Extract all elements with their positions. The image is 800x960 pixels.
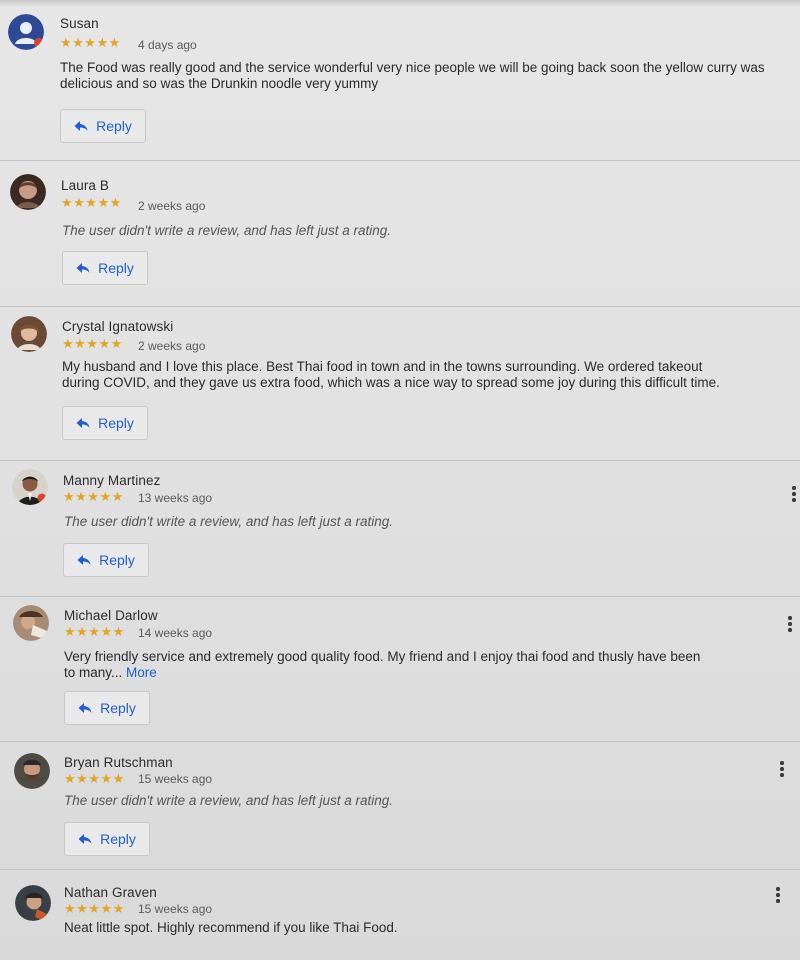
- reviewer-name[interactable]: Bryan Rutschman: [64, 755, 173, 770]
- reply-label: Reply: [99, 552, 135, 568]
- review-time: 13 weeks ago: [138, 491, 213, 505]
- review-item: Bryan Rutschman ★★★★★ 15 weeks ago The u…: [0, 741, 800, 870]
- reply-label: Reply: [100, 831, 136, 847]
- user-photo-avatar-icon: [14, 753, 50, 789]
- user-photo-avatar-icon: [10, 174, 46, 210]
- more-link[interactable]: More: [126, 665, 157, 680]
- review-time: 2 weeks ago: [138, 339, 206, 353]
- reply-arrow-icon: [76, 418, 90, 428]
- review-item: Laura B ★★★★★ 2 weeks ago The user didn'…: [0, 160, 800, 307]
- reply-label: Reply: [98, 260, 134, 276]
- avatar[interactable]: [10, 174, 46, 210]
- avatar[interactable]: [14, 753, 50, 789]
- review-time: 15 weeks ago: [138, 772, 213, 786]
- user-photo-avatar-icon: [15, 885, 51, 921]
- review-text: Neat little spot. Highly recommend if yo…: [64, 920, 398, 935]
- review-text: My husband and I love this place. Best T…: [62, 359, 720, 390]
- reply-button[interactable]: Reply: [62, 251, 148, 285]
- review-time: 14 weeks ago: [138, 626, 213, 640]
- review-text: The user didn't write a review, and has …: [62, 223, 391, 238]
- reply-arrow-icon: [78, 703, 92, 713]
- more-vert-icon[interactable]: [785, 616, 795, 636]
- review-text: The user didn't write a review, and has …: [64, 514, 393, 529]
- avatar[interactable]: [13, 605, 49, 641]
- star-rating: ★★★★★: [64, 771, 125, 786]
- review-item: Susan ★★★★★ 4 days ago The Food was real…: [0, 0, 800, 161]
- reviewer-name[interactable]: Crystal Ignatowski: [62, 319, 173, 334]
- avatar[interactable]: [12, 469, 48, 505]
- reviewer-name[interactable]: Manny Martinez: [63, 473, 160, 488]
- reply-button[interactable]: Reply: [64, 691, 150, 725]
- star-rating: ★★★★★: [61, 195, 122, 210]
- review-time: 2 weeks ago: [138, 199, 206, 213]
- review-text: Very friendly service and extremely good…: [64, 649, 704, 681]
- reviews-page: Susan ★★★★★ 4 days ago The Food was real…: [0, 0, 800, 960]
- reviewer-name[interactable]: Susan: [60, 16, 99, 31]
- reply-arrow-icon: [78, 834, 92, 844]
- review-text-content: Very friendly service and extremely good…: [64, 649, 701, 680]
- default-avatar-icon: [8, 14, 44, 50]
- review-item: Nathan Graven ★★★★★ 15 weeks ago Neat li…: [0, 869, 800, 960]
- review-time: 4 days ago: [138, 38, 197, 52]
- user-photo-avatar-icon: [11, 316, 47, 352]
- reply-button[interactable]: Reply: [62, 406, 148, 440]
- avatar[interactable]: [8, 14, 44, 50]
- reply-button[interactable]: Reply: [63, 543, 149, 577]
- review-item: Manny Martinez ★★★★★ 13 weeks ago The us…: [0, 460, 800, 597]
- star-rating: ★★★★★: [64, 624, 125, 639]
- reviewer-name[interactable]: Nathan Graven: [64, 885, 157, 900]
- review-item: Crystal Ignatowski ★★★★★ 2 weeks ago My …: [0, 306, 800, 461]
- star-rating: ★★★★★: [62, 336, 123, 351]
- reply-arrow-icon: [77, 555, 91, 565]
- review-text: The user didn't write a review, and has …: [64, 793, 393, 808]
- user-photo-avatar-icon: [12, 469, 48, 505]
- avatar[interactable]: [11, 316, 47, 352]
- reply-arrow-icon: [76, 263, 90, 273]
- reply-label: Reply: [100, 700, 136, 716]
- reply-label: Reply: [98, 415, 134, 431]
- star-rating: ★★★★★: [60, 35, 121, 50]
- review-text: The Food was really good and the service…: [60, 60, 765, 91]
- reply-arrow-icon: [74, 121, 88, 131]
- reply-button[interactable]: Reply: [60, 109, 146, 143]
- star-rating: ★★★★★: [63, 489, 124, 504]
- reply-button[interactable]: Reply: [64, 822, 150, 856]
- avatar[interactable]: [15, 885, 51, 921]
- reply-label: Reply: [96, 118, 132, 134]
- reviewer-name[interactable]: Michael Darlow: [64, 608, 158, 623]
- review-item: Michael Darlow ★★★★★ 14 weeks ago Very f…: [0, 596, 800, 742]
- more-vert-icon[interactable]: [777, 761, 787, 781]
- star-rating: ★★★★★: [64, 901, 125, 916]
- more-vert-icon[interactable]: [789, 486, 799, 506]
- user-photo-avatar-icon: [13, 605, 49, 641]
- reviewer-name[interactable]: Laura B: [61, 178, 109, 193]
- review-time: 15 weeks ago: [138, 902, 213, 916]
- more-vert-icon[interactable]: [773, 887, 783, 907]
